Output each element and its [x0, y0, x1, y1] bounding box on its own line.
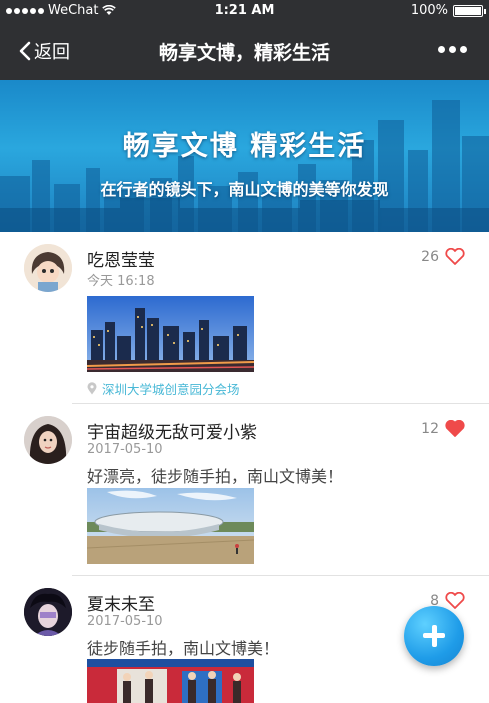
like-count: 12 — [421, 420, 439, 437]
like-button[interactable]: 26 — [421, 248, 465, 265]
username[interactable]: 夏末未至 — [87, 590, 155, 615]
add-post-button[interactable] — [404, 606, 464, 666]
stadium-photo — [87, 488, 254, 564]
ellipsis-icon — [438, 46, 445, 53]
location-label: 深圳大学城创意园分会场 — [102, 382, 240, 397]
avatar[interactable] — [24, 416, 72, 464]
heart-filled-icon — [445, 420, 465, 437]
city-night-photo — [87, 296, 254, 372]
avatar[interactable] — [24, 588, 72, 636]
user-avatar-image — [24, 416, 72, 464]
heart-outline-icon — [445, 248, 465, 265]
post-photo[interactable] — [87, 659, 254, 703]
battery-icon — [453, 4, 486, 17]
location-tag[interactable]: 深圳大学城创意园分会场 — [87, 379, 240, 398]
post-time: 今天 16:18 — [87, 274, 155, 289]
post-text: 徒步随手拍，南山文博美！ — [87, 639, 280, 658]
battery-label: 100% — [410, 3, 448, 18]
post-time: 2017-05-10 — [87, 442, 163, 457]
like-button[interactable]: 12 — [421, 420, 465, 437]
banner[interactable]: 畅享文博 精彩生活 在行者的镜头下，南山文博的美等你发现 — [0, 80, 489, 232]
user-avatar-image — [24, 244, 72, 292]
post-item[interactable]: 宇宙超级无敌可爱小紫 2017-05-10 12 好漂亮，徒步随手拍，南山文博美… — [0, 404, 489, 576]
like-count: 26 — [421, 248, 439, 265]
username[interactable]: 宇宙超级无敌可爱小紫 — [87, 418, 257, 443]
avatar[interactable] — [24, 244, 72, 292]
post-time: 2017-05-10 — [87, 614, 163, 629]
nav-bar: 返回 畅享文博，精彩生活 — [0, 22, 489, 80]
post-item[interactable]: 吃恩莹莹 今天 16:18 26 深圳大学城创意园分会场 — [0, 232, 489, 404]
location-pin-icon — [87, 382, 97, 395]
post-photo[interactable] — [87, 296, 254, 372]
banner-subtitle: 在行者的镜头下，南山文博的美等你发现 — [100, 180, 389, 199]
user-avatar-image — [24, 588, 72, 636]
username[interactable]: 吃恩莹莹 — [87, 246, 155, 271]
banner-title: 畅享文博 精彩生活 — [122, 131, 367, 162]
post-text: 好漂亮，徒步随手拍，南山文博美！ — [87, 467, 344, 486]
post-photo[interactable] — [87, 488, 254, 564]
status-bar: WeChat 1:21 AM 100% — [0, 0, 489, 22]
page-title: 畅享文博，精彩生活 — [158, 42, 330, 64]
exhibition-photo — [87, 659, 254, 703]
heart-outline-icon — [445, 592, 465, 609]
more-button[interactable] — [438, 46, 467, 53]
